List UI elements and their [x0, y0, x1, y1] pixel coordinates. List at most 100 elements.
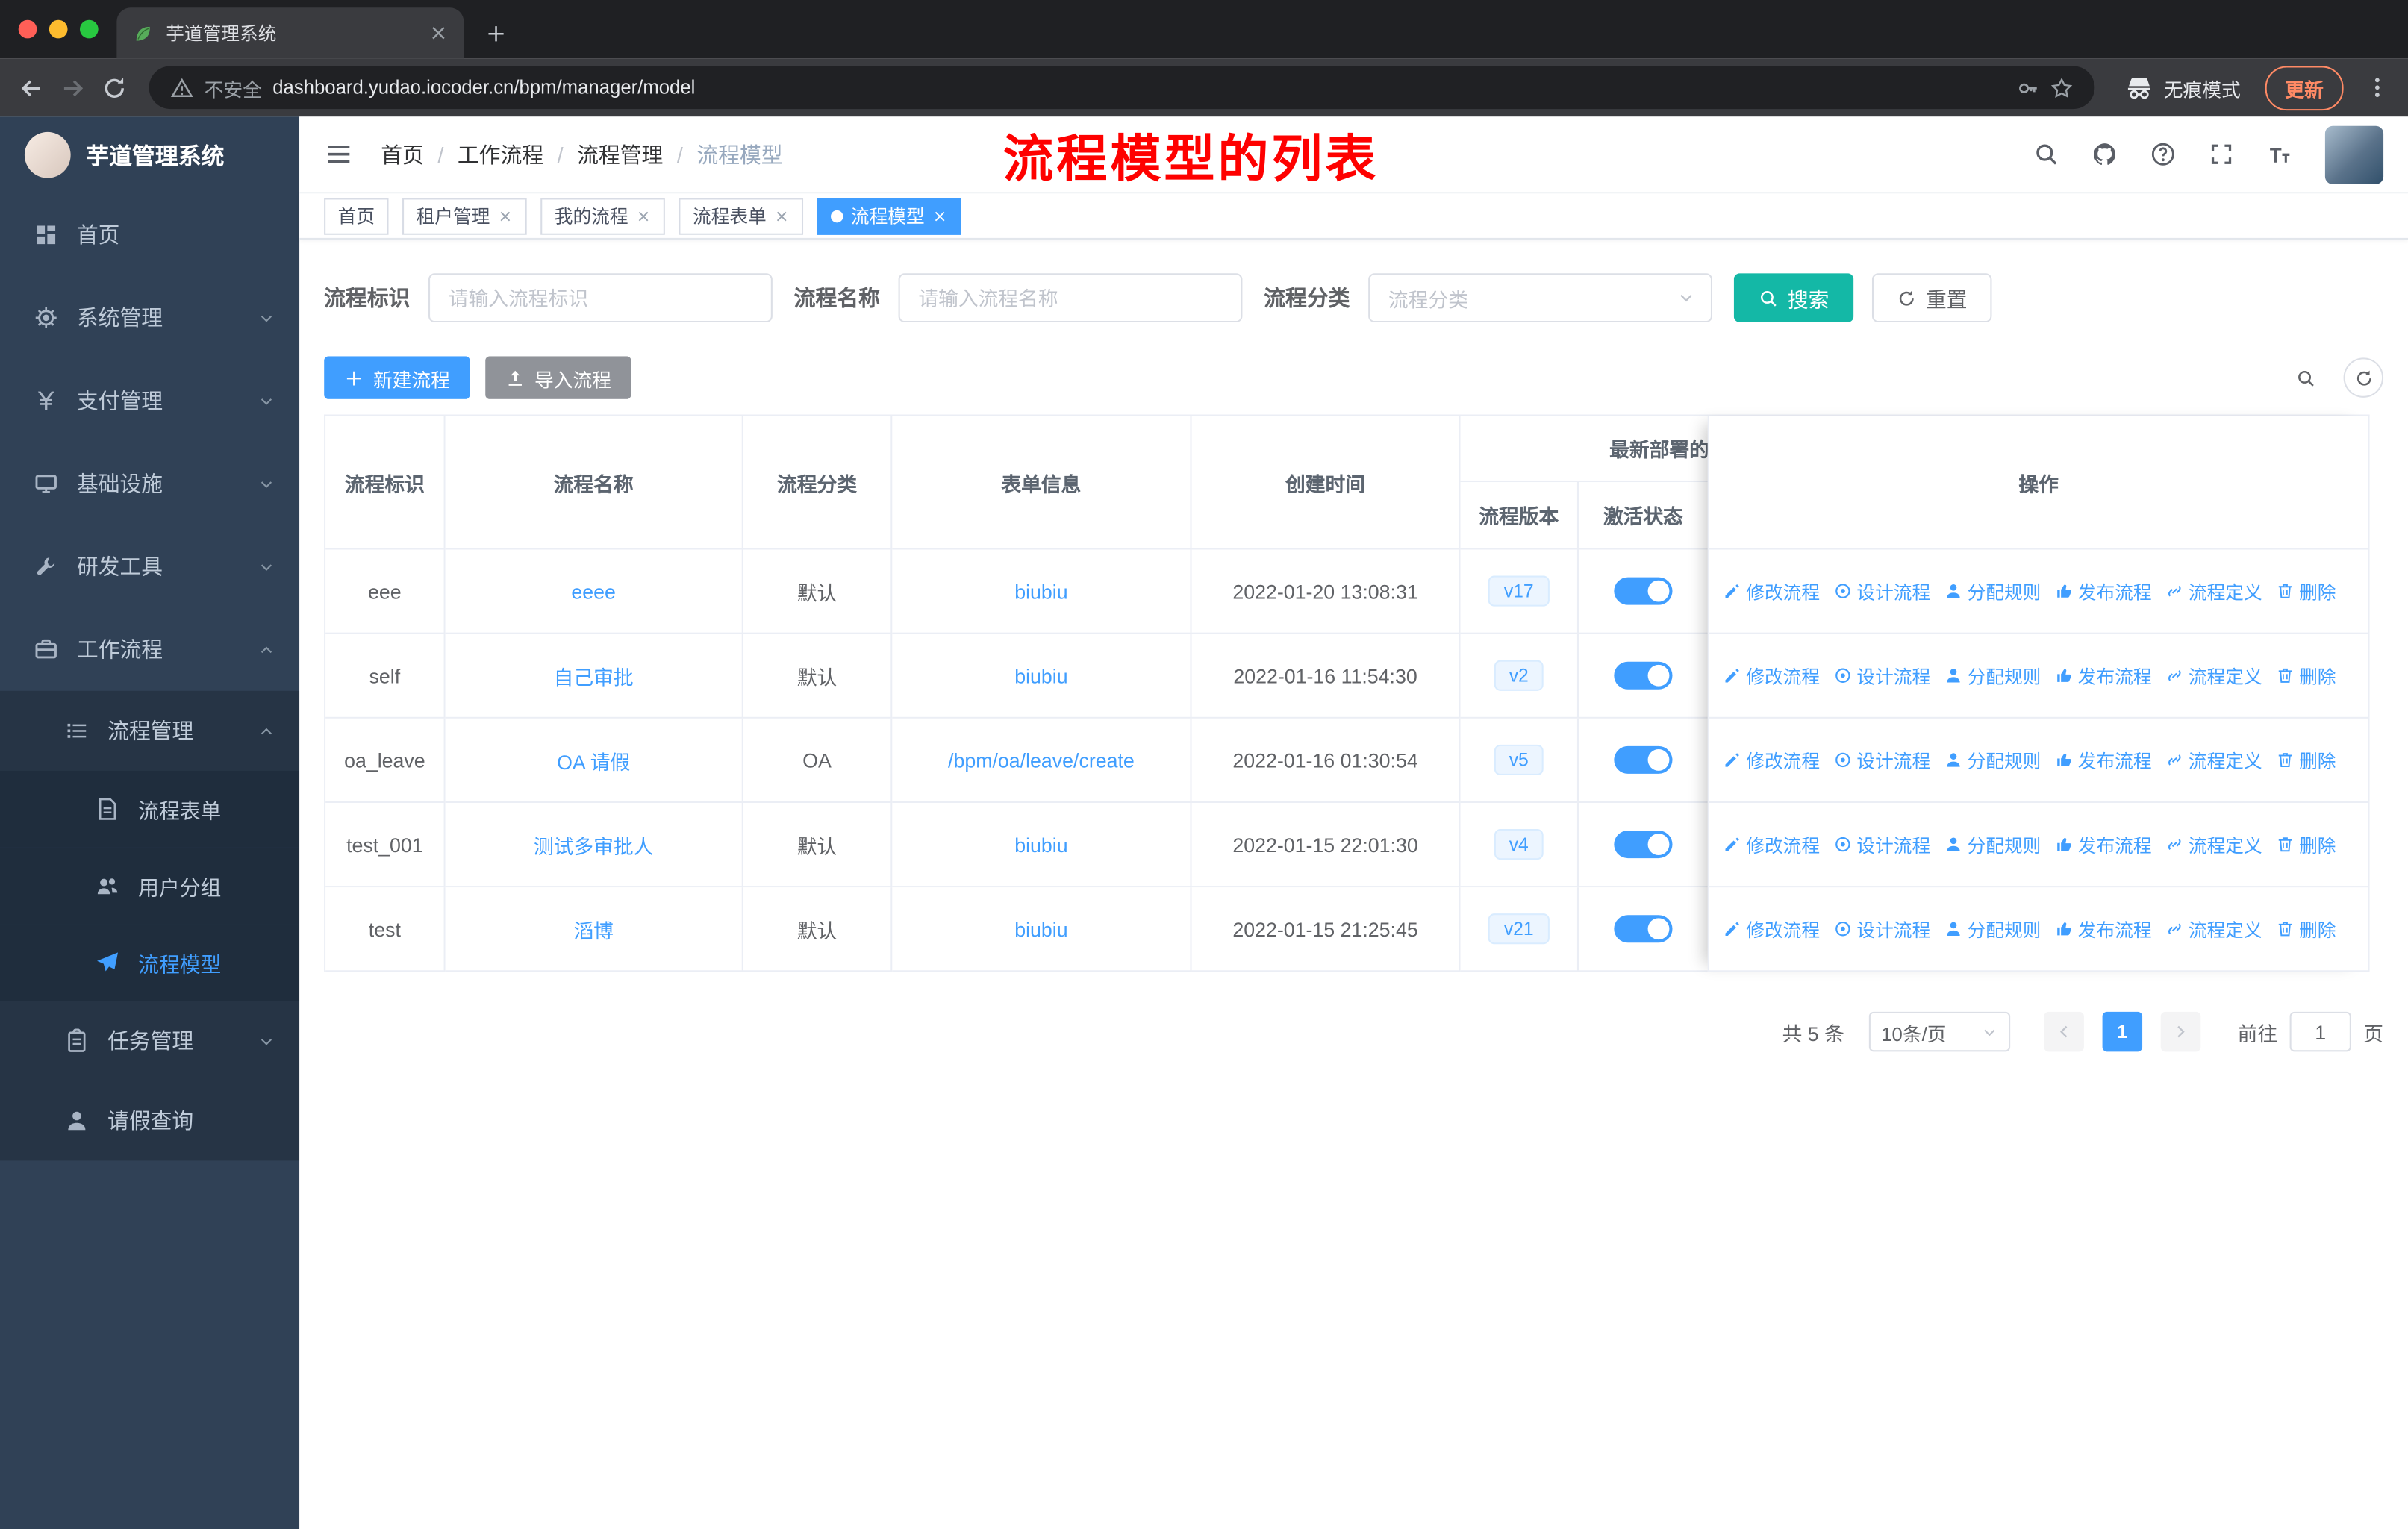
- sidebar-item-system[interactable]: 系统管理: [0, 276, 299, 359]
- action-design-link[interactable]: 设计流程: [1834, 747, 1930, 773]
- font-size-icon[interactable]: [2267, 141, 2293, 167]
- sidebar-item-process-management[interactable]: 流程管理: [0, 690, 300, 771]
- update-button[interactable]: 更新: [2265, 65, 2344, 110]
- category-select[interactable]: 流程分类: [1368, 273, 1713, 323]
- active-switch[interactable]: [1614, 831, 1673, 859]
- browser-menu-button[interactable]: [2365, 75, 2389, 100]
- action-modify-link[interactable]: 修改流程: [1723, 747, 1820, 773]
- action-assign-rule-link[interactable]: 分配规则: [1944, 831, 2041, 857]
- hamburger-icon[interactable]: [324, 140, 353, 169]
- browser-tab[interactable]: 芋道管理系统: [116, 7, 464, 59]
- action-definition-link[interactable]: 流程定义: [2165, 831, 2262, 857]
- traffic-light-minimize[interactable]: [49, 19, 68, 39]
- key-icon[interactable]: [2016, 76, 2039, 99]
- action-delete-link[interactable]: 删除: [2276, 916, 2336, 942]
- sidebar-item-workflow[interactable]: 工作流程: [0, 608, 299, 691]
- tag-首页[interactable]: 首页: [324, 197, 389, 234]
- user-avatar[interactable]: [2324, 125, 2384, 184]
- sidebar-item-infrastructure[interactable]: 基础设施: [0, 443, 299, 525]
- action-assign-rule-link[interactable]: 分配规则: [1944, 916, 2041, 942]
- action-assign-rule-link[interactable]: 分配规则: [1944, 578, 2041, 604]
- search-icon[interactable]: [2033, 141, 2059, 167]
- action-delete-link[interactable]: 删除: [2276, 578, 2336, 604]
- sidebar-item-user-group[interactable]: 用户分组: [0, 847, 300, 925]
- tag-流程表单[interactable]: 流程表单: [679, 197, 804, 234]
- action-definition-link[interactable]: 流程定义: [2165, 578, 2262, 604]
- sidebar-item-task-management[interactable]: 任务管理: [0, 1001, 300, 1081]
- tag-close-icon[interactable]: [932, 208, 948, 224]
- tag-租户管理[interactable]: 租户管理: [402, 197, 527, 234]
- reset-button[interactable]: 重置: [1871, 273, 1992, 323]
- traffic-light-close[interactable]: [18, 19, 37, 39]
- process-name-link[interactable]: 自己审批: [554, 661, 634, 690]
- action-publish-link[interactable]: 发布流程: [2055, 831, 2152, 857]
- breadcrumb-item[interactable]: 流程管理: [577, 139, 663, 169]
- tag-我的流程[interactable]: 我的流程: [540, 197, 665, 234]
- tag-close-icon[interactable]: [498, 208, 514, 224]
- refresh-table-button[interactable]: [2343, 357, 2384, 398]
- address-bar[interactable]: 不安全 dashboard.yudao.iocoder.cn/bpm/manag…: [149, 66, 2095, 110]
- process-name-link[interactable]: eeee: [571, 580, 616, 603]
- create-process-button[interactable]: 新建流程: [324, 356, 470, 399]
- tag-close-icon[interactable]: [636, 208, 652, 224]
- action-definition-link[interactable]: 流程定义: [2165, 747, 2262, 773]
- process-key-input[interactable]: [428, 273, 773, 323]
- tag-close-icon[interactable]: [774, 208, 790, 224]
- process-name-link[interactable]: OA 请假: [557, 745, 630, 775]
- sidebar-item-devtools[interactable]: 研发工具: [0, 525, 299, 608]
- next-page-button[interactable]: [2160, 1011, 2201, 1052]
- form-link[interactable]: biubiu: [1014, 917, 1067, 940]
- action-design-link[interactable]: 设计流程: [1834, 916, 1930, 942]
- form-link[interactable]: biubiu: [1014, 664, 1067, 687]
- forward-button[interactable]: [60, 75, 86, 101]
- security-warning-icon[interactable]: [170, 76, 193, 99]
- action-delete-link[interactable]: 删除: [2276, 747, 2336, 773]
- page-size-select[interactable]: 10条/页: [1868, 1011, 2011, 1052]
- help-icon[interactable]: [2150, 141, 2176, 167]
- action-design-link[interactable]: 设计流程: [1834, 831, 1930, 857]
- import-process-button[interactable]: 导入流程: [485, 356, 631, 399]
- action-modify-link[interactable]: 修改流程: [1723, 831, 1820, 857]
- tab-close-icon[interactable]: [428, 23, 449, 43]
- bookmark-star-icon[interactable]: [2050, 76, 2074, 99]
- active-switch[interactable]: [1614, 745, 1673, 774]
- sidebar-item-home[interactable]: 首页: [0, 193, 299, 276]
- action-publish-link[interactable]: 发布流程: [2055, 747, 2152, 773]
- breadcrumb-item[interactable]: 工作流程: [458, 139, 543, 169]
- form-link[interactable]: biubiu: [1014, 580, 1067, 603]
- action-modify-link[interactable]: 修改流程: [1723, 578, 1820, 604]
- traffic-light-zoom[interactable]: [79, 19, 99, 39]
- action-assign-rule-link[interactable]: 分配规则: [1944, 663, 2041, 689]
- sidebar-item-process-model[interactable]: 流程模型: [0, 924, 300, 1001]
- prev-page-button[interactable]: [2044, 1011, 2084, 1052]
- goto-page-input[interactable]: [2289, 1011, 2351, 1052]
- active-switch[interactable]: [1614, 915, 1673, 943]
- action-definition-link[interactable]: 流程定义: [2165, 663, 2262, 689]
- page-1-button[interactable]: 1: [2102, 1011, 2143, 1052]
- process-name-link[interactable]: 滔博: [573, 914, 614, 943]
- action-assign-rule-link[interactable]: 分配规则: [1944, 747, 2041, 773]
- process-name-input[interactable]: [898, 273, 1243, 323]
- new-tab-button[interactable]: [485, 23, 507, 45]
- form-link[interactable]: /bpm/oa/leave/create: [948, 748, 1135, 772]
- tag-流程模型[interactable]: 流程模型: [817, 197, 962, 234]
- search-button[interactable]: 搜索: [1733, 273, 1854, 323]
- sidebar-item-process-form[interactable]: 流程表单: [0, 770, 300, 848]
- reload-button[interactable]: [102, 75, 128, 101]
- active-switch[interactable]: [1614, 577, 1673, 605]
- active-switch[interactable]: [1614, 661, 1673, 690]
- action-definition-link[interactable]: 流程定义: [2165, 916, 2262, 942]
- breadcrumb-item[interactable]: 首页: [381, 139, 424, 169]
- toggle-search-button[interactable]: [2285, 357, 2324, 397]
- sidebar-item-payment[interactable]: 支付管理: [0, 359, 299, 442]
- github-icon[interactable]: [2092, 141, 2118, 167]
- process-name-link[interactable]: 测试多审批人: [534, 830, 654, 859]
- action-publish-link[interactable]: 发布流程: [2055, 916, 2152, 942]
- action-publish-link[interactable]: 发布流程: [2055, 663, 2152, 689]
- action-modify-link[interactable]: 修改流程: [1723, 663, 1820, 689]
- fullscreen-icon[interactable]: [2209, 141, 2235, 167]
- action-publish-link[interactable]: 发布流程: [2055, 578, 2152, 604]
- action-modify-link[interactable]: 修改流程: [1723, 916, 1820, 942]
- action-design-link[interactable]: 设计流程: [1834, 663, 1930, 689]
- back-button[interactable]: [19, 75, 45, 101]
